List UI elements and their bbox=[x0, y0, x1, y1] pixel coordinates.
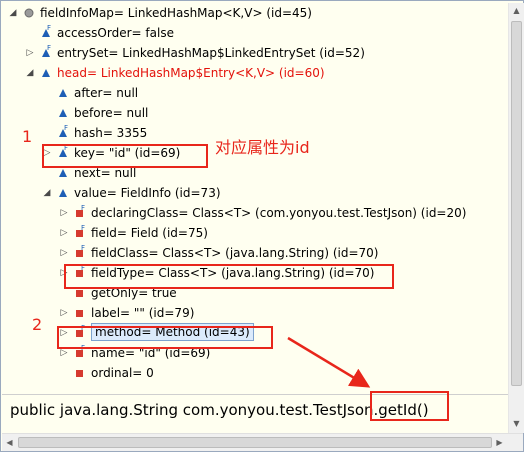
annotation-arrow bbox=[287, 336, 371, 388]
